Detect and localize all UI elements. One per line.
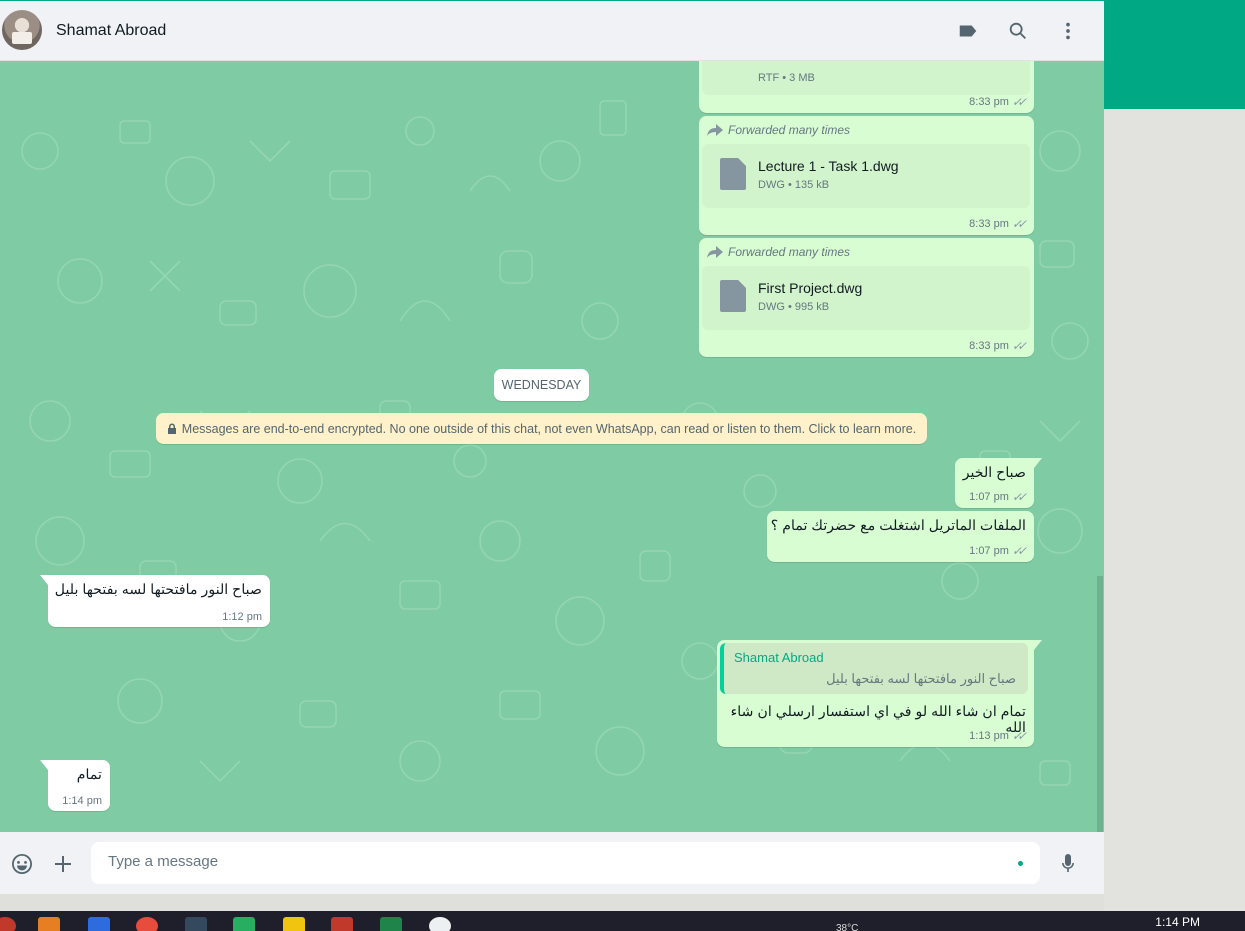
message-time: 1:14 pm xyxy=(62,795,102,807)
document-icon xyxy=(720,158,746,190)
input-status-dot xyxy=(1018,861,1023,866)
label-icon[interactable] xyxy=(956,19,980,43)
scrollbar-thumb[interactable] xyxy=(1097,576,1103,832)
message-meta: 1:14 pm xyxy=(62,795,102,807)
message-file-partial[interactable]: RTF • 3 MB 8:33 pm ✓✓ xyxy=(699,61,1034,113)
emoji-icon[interactable] xyxy=(9,851,35,877)
forwarded-label: Forwarded many times xyxy=(707,245,850,259)
taskbar-app-icon[interactable] xyxy=(185,917,207,931)
message-meta: 8:33 pm ✓✓ xyxy=(969,217,1027,231)
message-input[interactable]: Type a message xyxy=(91,842,1040,884)
contact-name[interactable]: Shamat Abroad xyxy=(56,22,166,40)
message-input-placeholder: Type a message xyxy=(108,853,219,870)
message-time: 1:13 pm xyxy=(969,730,1009,742)
message-meta: 8:33 pm ✓✓ xyxy=(969,95,1027,109)
message-file[interactable]: Forwarded many times First Project.dwg D… xyxy=(699,238,1034,357)
taskbar-app-icon[interactable] xyxy=(283,917,305,931)
bubble-tail xyxy=(40,760,48,770)
taskbar-app-icon[interactable] xyxy=(38,917,60,931)
chat-panel[interactable]: RTF • 3 MB 8:33 pm ✓✓ Forwarded many tim… xyxy=(0,61,1104,832)
document-info: DWG • 995 kB xyxy=(758,301,830,313)
double-tick-icon: ✓✓ xyxy=(1011,490,1027,504)
forward-arrow-icon xyxy=(707,246,723,258)
message-meta: 1:07 pm ✓✓ xyxy=(969,490,1027,504)
forward-arrow-icon xyxy=(707,124,723,136)
message-meta: 1:12 pm xyxy=(222,611,262,623)
message-incoming[interactable]: صباح النور مافتحتها لسه بفتحها بليل 1:12… xyxy=(40,575,270,627)
taskbar-app-icon[interactable] xyxy=(88,917,110,931)
document-card[interactable]: First Project.dwg DWG • 995 kB xyxy=(702,266,1030,330)
document-card[interactable]: Lecture 1 - Task 1.dwg DWG • 135 kB xyxy=(702,144,1030,208)
bubble-tail xyxy=(1034,458,1042,468)
message-outgoing[interactable]: الملفات الماتريل اشتغلت مع حضرتك تمام ؟ … xyxy=(767,511,1034,562)
message-meta: 8:33 pm ✓✓ xyxy=(969,339,1027,353)
message-time: 1:07 pm xyxy=(969,545,1009,557)
chrome-icon[interactable] xyxy=(136,917,158,931)
message-outgoing[interactable]: صباح الخير 1:07 pm ✓✓ xyxy=(955,458,1042,508)
lock-icon xyxy=(167,423,176,434)
taskbar-clock[interactable]: 1:14 PM xyxy=(1155,915,1200,929)
message-text: صباح الخير xyxy=(962,465,1026,481)
taskbar-app-icon[interactable] xyxy=(429,917,451,931)
message-text: الملفات الماتريل اشتغلت مع حضرتك تمام ؟ xyxy=(770,518,1026,534)
message-time: 8:33 pm xyxy=(969,218,1009,230)
contact-avatar[interactable] xyxy=(2,10,42,50)
document-name: Lecture 1 - Task 1.dwg xyxy=(758,158,899,174)
message-time: 1:12 pm xyxy=(222,611,262,623)
desktop-backdrop xyxy=(1104,109,1245,911)
message-text: صباح النور مافتحتها لسه بفتحها بليل xyxy=(54,582,262,598)
os-taskbar: 38°C 1:14 PM xyxy=(0,911,1245,931)
double-tick-icon: ✓✓ xyxy=(1011,95,1027,109)
document-info: DWG • 135 kB xyxy=(758,179,830,191)
double-tick-icon: ✓✓ xyxy=(1011,339,1027,353)
bubble-tail xyxy=(40,575,48,585)
document-info: RTF • 3 MB xyxy=(758,72,815,84)
message-text: تمام xyxy=(76,767,102,783)
double-tick-icon: ✓✓ xyxy=(1011,217,1027,231)
message-outgoing-reply[interactable]: Shamat Abroad صباح النور مافتحتها لسه بف… xyxy=(717,640,1042,747)
chat-header: Shamat Abroad xyxy=(0,0,1104,61)
whatsapp-window: Shamat Abroad RTF • 3 MB 8:33 pm ✓✓ Forw… xyxy=(0,0,1104,894)
message-time: 8:33 pm xyxy=(969,96,1009,108)
message-file[interactable]: Forwarded many times Lecture 1 - Task 1.… xyxy=(699,116,1034,235)
attach-plus-icon[interactable] xyxy=(50,851,76,877)
message-incoming[interactable]: تمام 1:14 pm xyxy=(40,760,110,811)
taskbar-app-icon[interactable] xyxy=(233,917,255,931)
quoted-message[interactable]: Shamat Abroad صباح النور مافتحتها لسه بف… xyxy=(720,643,1028,694)
quoted-text: صباح النور مافتحتها لسه بفتحها بليل xyxy=(826,671,1016,686)
document-card[interactable]: RTF • 3 MB xyxy=(702,61,1030,95)
taskbar-app-icon[interactable] xyxy=(0,917,16,931)
encryption-notice[interactable]: Messages are end-to-end encrypted. No on… xyxy=(156,413,927,444)
message-time: 8:33 pm xyxy=(969,340,1009,352)
weather-temperature[interactable]: 38°C xyxy=(836,923,858,931)
double-tick-icon: ✓✓ xyxy=(1011,544,1027,558)
forwarded-label: Forwarded many times xyxy=(707,123,850,137)
date-divider: WEDNESDAY xyxy=(494,369,589,401)
document-icon xyxy=(720,280,746,312)
window-backdrop-band xyxy=(1104,0,1245,109)
quoted-author: Shamat Abroad xyxy=(734,650,824,665)
search-icon[interactable] xyxy=(1006,19,1030,43)
taskbar-app-icon[interactable] xyxy=(380,917,402,931)
message-meta: 1:13 pm ✓✓ xyxy=(969,729,1027,743)
gmail-icon[interactable] xyxy=(331,917,353,931)
menu-icon[interactable] xyxy=(1056,19,1080,43)
composer-bar: Type a message xyxy=(0,832,1104,894)
message-time: 1:07 pm xyxy=(969,491,1009,503)
document-name: First Project.dwg xyxy=(758,280,863,296)
double-tick-icon: ✓✓ xyxy=(1011,729,1027,743)
message-meta: 1:07 pm ✓✓ xyxy=(969,544,1027,558)
bubble-tail xyxy=(1034,640,1042,650)
microphone-icon[interactable] xyxy=(1055,851,1081,877)
